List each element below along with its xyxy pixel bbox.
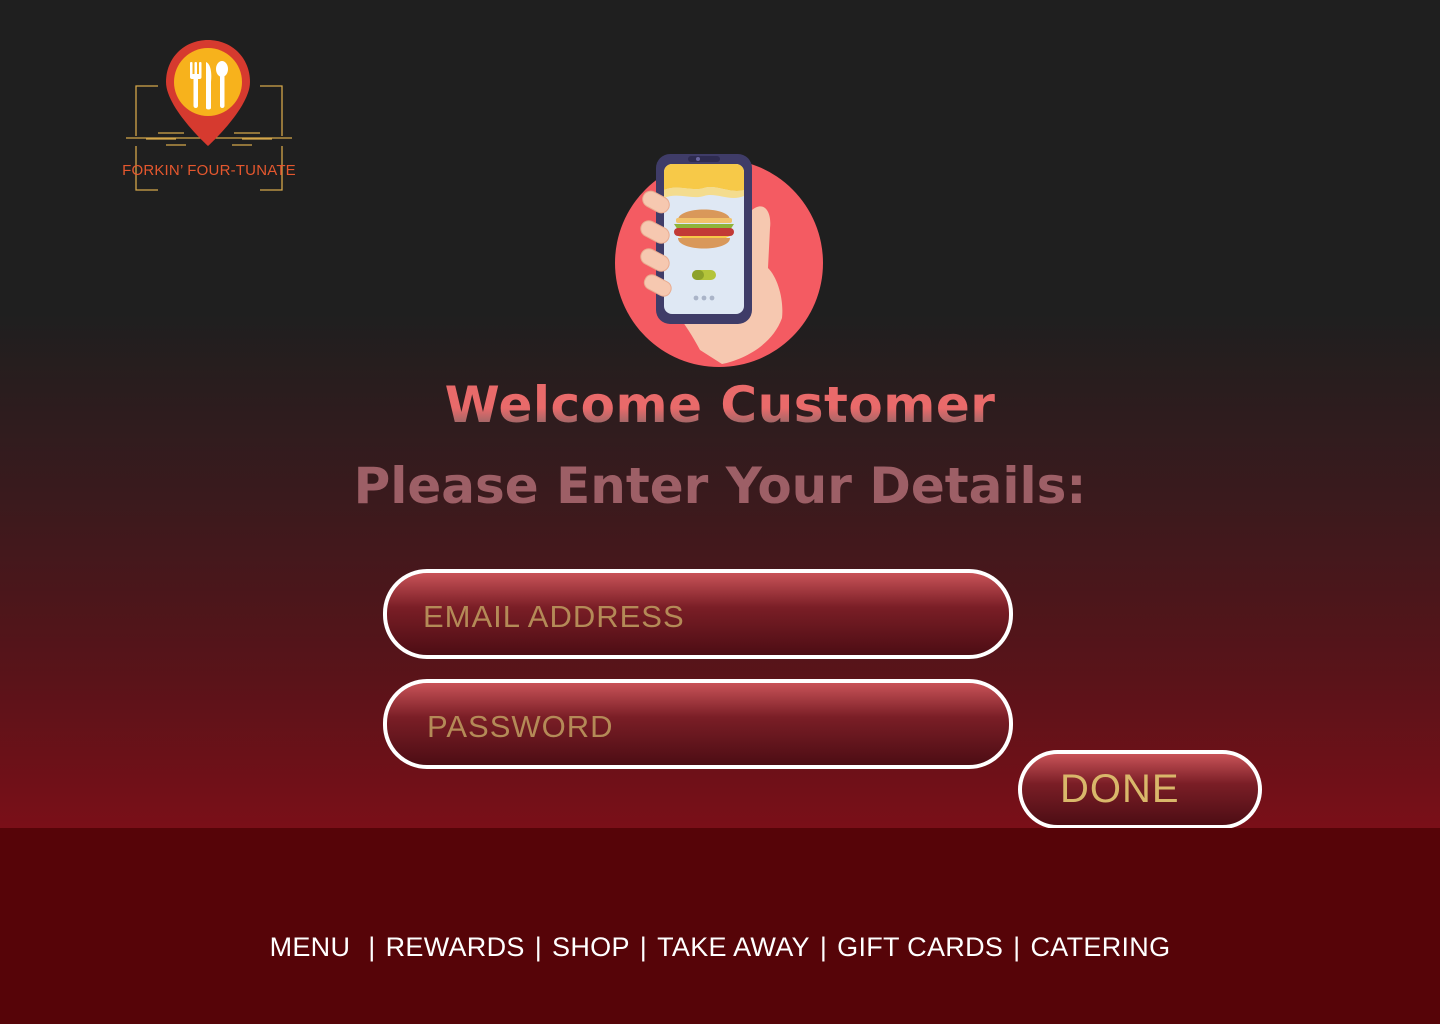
nav-separator: |	[819, 932, 828, 962]
email-field[interactable]	[387, 573, 1009, 655]
done-button-label: DONE	[1060, 767, 1180, 811]
done-button[interactable]: DONE	[1018, 750, 1262, 829]
nav-take-away[interactable]: TAKE AWAY	[657, 932, 810, 962]
password-field-container	[383, 679, 1013, 769]
details-subtitle: Please Enter Your Details:	[353, 457, 1087, 515]
nav-separator: |	[1013, 932, 1021, 962]
welcome-title: Welcome Customer	[0, 376, 1440, 434]
nav-gift-cards[interactable]: GIFT CARDS	[837, 932, 1003, 962]
nav-separator: |	[639, 932, 648, 962]
nav-rewards[interactable]: REWARDS	[386, 932, 525, 962]
nav-shop[interactable]: SHOP	[552, 932, 630, 962]
nav-separator: |	[368, 932, 376, 962]
footer	[0, 828, 1440, 1024]
password-field[interactable]	[387, 683, 1009, 765]
nav-menu[interactable]: MENU	[270, 932, 351, 962]
nav-separator: |	[534, 932, 543, 962]
phone-burger-order-icon	[615, 154, 823, 367]
brand-logo[interactable]: FORKIN’ FOUR-TUNATE	[116, 36, 302, 196]
footer-nav: MENU | REWARDS | SHOP | TAKE AWAY | GIFT CARDS | C…	[0, 932, 1440, 963]
email-field-container	[383, 569, 1013, 659]
phone-order-illustration	[612, 150, 828, 370]
brand-name: FORKIN’ FOUR-TUNATE	[122, 162, 296, 179]
nav-catering[interactable]: CATERING	[1031, 932, 1171, 962]
